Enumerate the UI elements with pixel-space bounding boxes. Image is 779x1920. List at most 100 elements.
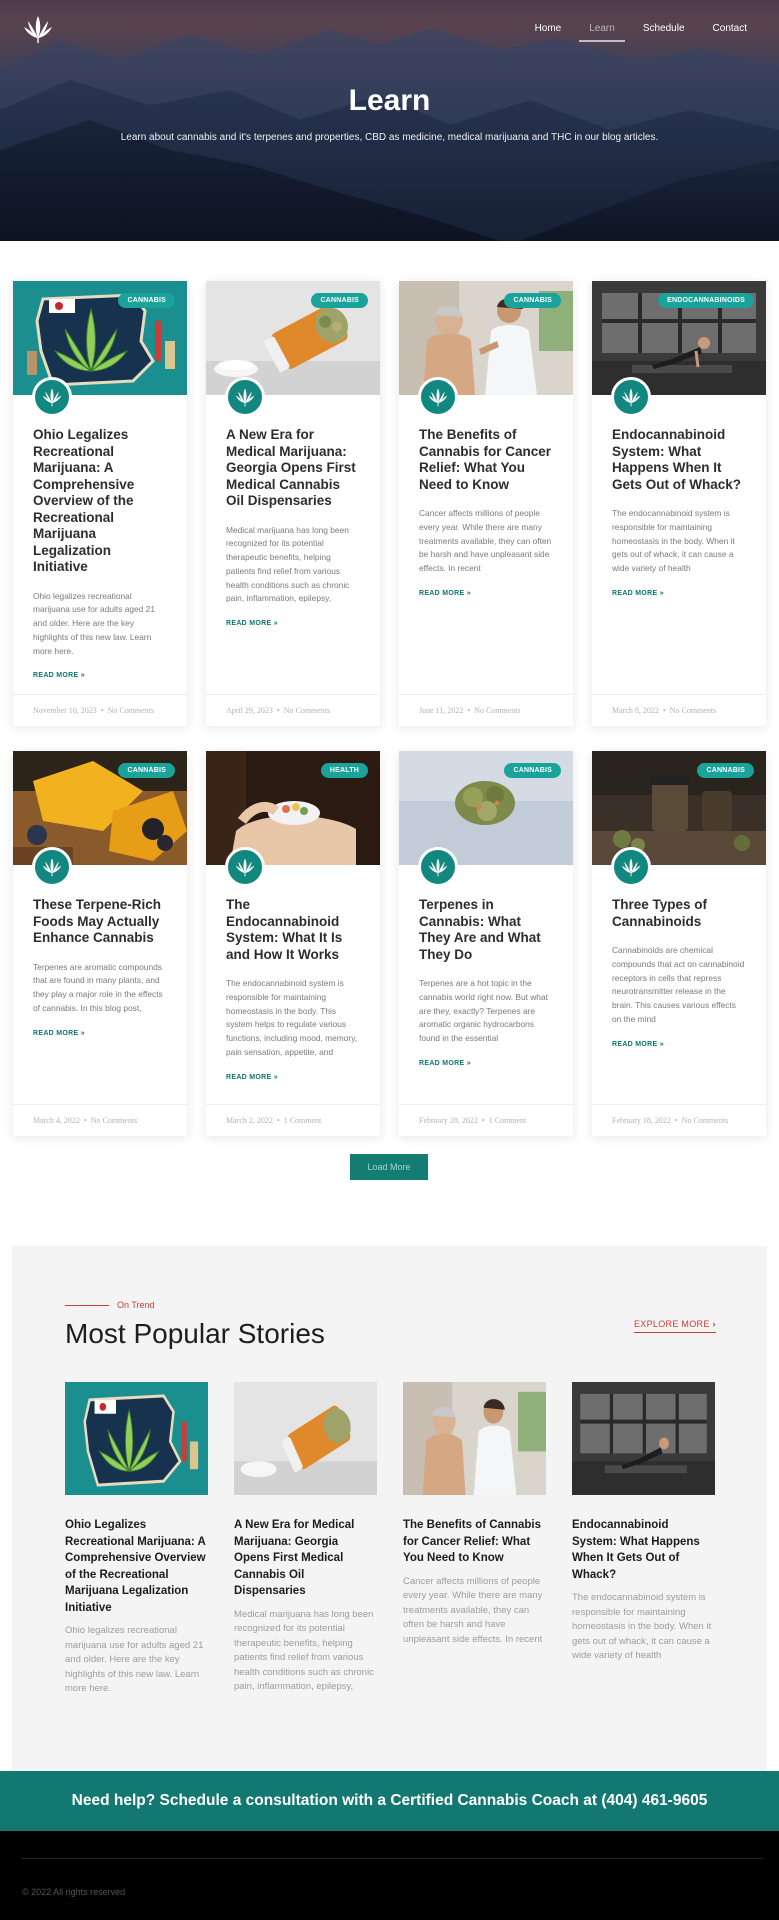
post-thumbnail[interactable]: CANNABIS [13,281,187,395]
cannabis-leaf-icon [621,388,641,407]
story-excerpt: Medical marijuana has long been recogniz… [234,1608,374,1693]
post-card[interactable]: CANNABIS A New Era for Medical Marijuana… [206,281,380,726]
read-more-link[interactable]: READ MORE » [612,590,746,597]
post-thumbnail[interactable]: CANNABIS [592,751,766,865]
read-more-link[interactable]: READ MORE » [612,1041,746,1048]
cannabis-leaf-icon [428,388,448,407]
post-meta: November 10, 2023 • No Comments [13,694,187,726]
story-thumbnail[interactable] [572,1382,715,1495]
cannabis-leaf-icon [621,858,641,877]
post-comments[interactable]: 1 Comment [489,1116,527,1125]
cannabis-leaf-icon [42,858,62,877]
post-thumbnail[interactable]: CANNABIS [399,281,573,395]
chevron-right-icon: › [712,1319,716,1329]
author-avatar [611,377,651,417]
category-badge[interactable]: CANNABIS [504,293,561,308]
post-excerpt: Cancer affects millions of people every … [419,508,552,574]
popular-story-card[interactable]: A New Era for Medical Marijuana: Georgia… [234,1382,377,1695]
post-thumbnail[interactable]: ENDOCANNABINOIDS [592,281,766,395]
post-title[interactable]: The Benefits of Cannabis for Cancer Reli… [419,427,553,493]
post-date: February 18, 2022 [612,1116,671,1125]
post-title[interactable]: Three Types of Cannabinoids [612,897,746,930]
nav-home[interactable]: Home [521,22,576,42]
post-title[interactable]: The Endocannabinoid System: What It Is a… [226,897,360,963]
post-comments[interactable]: No Comments [474,706,520,715]
post-card[interactable]: CANNABIS These Terpene-Rich Foods May Ac… [13,751,187,1136]
hero-banner: Home Learn Schedule Contact Learn Learn … [0,0,779,241]
post-comments[interactable]: No Comments [108,706,154,715]
author-avatar [225,847,265,887]
post-excerpt: Medical marijuana has long been recogniz… [226,524,350,604]
cannabis-leaf-logo[interactable] [22,14,54,44]
post-date: June 11, 2022 [419,706,464,715]
nav-schedule[interactable]: Schedule [629,22,699,42]
post-excerpt: The endocannabinoid system is responsibl… [612,508,735,574]
post-thumbnail[interactable]: CANNABIS [13,751,187,865]
popular-story-card[interactable]: Ohio Legalizes Recreational Marijuana: A… [65,1382,208,1697]
category-badge[interactable]: HEALTH [320,763,368,778]
post-title[interactable]: Endocannabinoid System: What Happens Whe… [612,427,746,493]
post-comments[interactable]: No Comments [682,1116,728,1125]
category-badge[interactable]: CANNABIS [504,763,561,778]
post-thumbnail[interactable]: CANNABIS [399,751,573,865]
explore-more-link[interactable]: EXPLORE MORE › [634,1319,716,1333]
post-comments[interactable]: 1 Comment [284,1116,322,1125]
post-meta: March 8, 2022 • No Comments [592,694,766,726]
story-title[interactable]: A New Era for Medical Marijuana: Georgia… [234,1517,377,1600]
story-thumbnail[interactable] [403,1382,546,1495]
post-card[interactable]: CANNABIS The Benefits of Cannabis for Ca… [399,281,573,726]
post-card[interactable]: HEALTH The Endocannabinoid System: What … [206,751,380,1136]
post-comments[interactable]: No Comments [91,1116,137,1125]
post-thumbnail[interactable]: HEALTH [206,751,380,865]
cannabis-leaf-icon [428,858,448,877]
main-nav: Home Learn Schedule Contact [521,22,761,42]
category-badge[interactable]: CANNABIS [118,293,175,308]
story-excerpt: Cancer affects millions of people every … [403,1575,543,1645]
page-title: Learn [348,84,431,117]
consultation-cta-banner[interactable]: Need help? Schedule a consultation with … [0,1771,779,1831]
post-comments[interactable]: No Comments [670,706,716,715]
post-meta: March 2, 2022 • 1 Comment [206,1104,380,1136]
nurse-patient-image [403,1382,546,1495]
category-badge[interactable]: CANNABIS [118,763,175,778]
post-title[interactable]: Ohio Legalizes Recreational Marijuana: A… [33,427,167,576]
author-avatar [225,377,265,417]
category-badge[interactable]: CANNABIS [311,293,368,308]
nav-learn[interactable]: Learn [575,22,629,42]
story-thumbnail[interactable] [65,1382,208,1495]
post-title[interactable]: A New Era for Medical Marijuana: Georgia… [226,427,360,510]
post-card[interactable]: CANNABIS Three Types of Cannabinoids Can… [592,751,766,1136]
cannabis-leaf-icon [235,858,255,877]
post-title[interactable]: These Terpene-Rich Foods May Actually En… [33,897,167,947]
category-badge[interactable]: CANNABIS [697,763,754,778]
post-card[interactable]: CANNABIS Terpenes in Cannabis: What They… [399,751,573,1136]
post-excerpt: Terpenes are a hot topic in the cannabis… [419,978,548,1044]
load-more-button[interactable]: Load More [350,1154,428,1180]
story-title[interactable]: The Benefits of Cannabis for Cancer Reli… [403,1517,546,1567]
post-card[interactable]: ENDOCANNABINOIDS Endocannabinoid System:… [592,281,766,726]
section-title: Most Popular Stories [65,1318,325,1349]
read-more-link[interactable]: READ MORE » [33,672,167,679]
post-excerpt: Cannabinoids are chemical compounds that… [612,945,745,1024]
nav-contact[interactable]: Contact [699,22,761,42]
popular-story-card[interactable]: Endocannabinoid System: What Happens Whe… [572,1382,715,1664]
eyebrow-label: On Trend [117,1300,155,1310]
read-more-link[interactable]: READ MORE » [226,620,360,627]
read-more-link[interactable]: READ MORE » [419,1060,553,1067]
story-title[interactable]: Endocannabinoid System: What Happens Whe… [572,1517,715,1583]
footer-divider [22,1858,763,1859]
read-more-link[interactable]: READ MORE » [226,1074,360,1081]
story-excerpt: Ohio legalizes recreational marijuana us… [65,1625,204,1695]
post-comments[interactable]: No Comments [284,706,330,715]
post-title[interactable]: Terpenes in Cannabis: What They Are and … [419,897,553,963]
post-thumbnail[interactable]: CANNABIS [206,281,380,395]
read-more-link[interactable]: READ MORE » [419,590,553,597]
read-more-link[interactable]: READ MORE » [33,1030,167,1037]
category-badge[interactable]: ENDOCANNABINOIDS [658,293,754,308]
story-thumbnail[interactable] [234,1382,377,1495]
story-title[interactable]: Ohio Legalizes Recreational Marijuana: A… [65,1517,208,1616]
post-excerpt: Ohio legalizes recreational marijuana us… [33,590,155,656]
popular-story-card[interactable]: The Benefits of Cannabis for Cancer Reli… [403,1382,546,1647]
author-avatar [32,847,72,887]
post-card[interactable]: CANNABIS Ohio Legalizes Recreational Mar… [13,281,187,726]
